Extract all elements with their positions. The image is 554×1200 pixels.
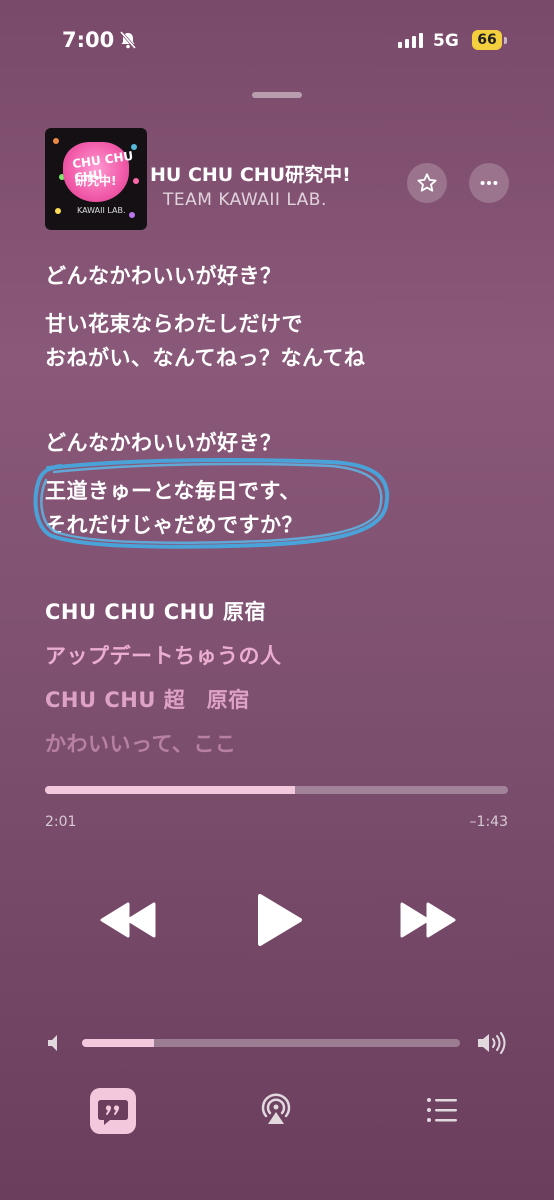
airplay-icon [261, 1093, 291, 1124]
volume-high-icon [478, 1032, 506, 1054]
favorite-button[interactable] [407, 163, 447, 203]
volume-fill [82, 1039, 154, 1047]
artwork-label: KAWAII LAB. [77, 206, 126, 215]
battery-indicator: 66 [472, 30, 502, 50]
play-icon [258, 894, 302, 946]
fast-forward-button[interactable] [398, 898, 458, 942]
fast-forward-icon [400, 902, 456, 938]
highlight-scribble [33, 458, 390, 549]
battery-tip [504, 37, 507, 44]
song-title[interactable]: HU CHU CHU研究中! [150, 160, 351, 187]
lyric-line[interactable]: おねがい、なんてねっ？なんてね [45, 342, 365, 372]
volume-slider[interactable] [82, 1039, 460, 1047]
lyric-line[interactable]: どんなかわいいが好き？ [45, 260, 282, 290]
playback-progress-fill [45, 786, 296, 794]
lyric-line[interactable]: かわいいって、ここ [45, 728, 236, 758]
volume-low-icon [48, 1035, 57, 1051]
network-type: 5G [433, 31, 459, 51]
lyric-line[interactable]: どんなかわいいが好き？ [45, 427, 282, 457]
rewind-icon [100, 902, 156, 938]
status-bar: 7:00 5G 66 [0, 28, 554, 58]
remaining-time: –1:43 [469, 814, 508, 830]
lyric-line[interactable]: 甘い花束ならわたしだけで [45, 308, 303, 338]
play-button[interactable] [254, 892, 304, 948]
lyric-line[interactable]: CHU CHU CHU 原宿 [45, 596, 266, 626]
status-time: 7:00 [62, 28, 115, 52]
artist-name[interactable]: TEAM KAWAII LAB. [163, 190, 327, 210]
star-icon [417, 173, 437, 192]
more-icon [480, 180, 498, 186]
queue-button[interactable] [424, 1094, 460, 1126]
lyrics-button[interactable] [90, 1088, 136, 1134]
sheet-grabber[interactable] [252, 92, 302, 98]
more-button[interactable] [469, 163, 509, 203]
signal-icon [398, 32, 423, 48]
lyric-line[interactable]: CHU CHU 超 原宿 [45, 684, 250, 714]
elapsed-time: 2:01 [45, 814, 77, 830]
lyrics-icon [98, 1100, 128, 1125]
airplay-button[interactable] [256, 1090, 296, 1130]
album-artwork[interactable]: CHU CHU CHU 研究中! KAWAII LAB. [45, 128, 147, 230]
rewind-button[interactable] [98, 898, 158, 942]
lyric-line[interactable]: アップデートちゅうの人 [45, 640, 282, 670]
artwork-subtitle: 研究中! [75, 174, 117, 188]
queue-icon [427, 1098, 457, 1122]
playback-scrubber[interactable] [45, 786, 508, 794]
bell-slash-icon [119, 31, 137, 49]
